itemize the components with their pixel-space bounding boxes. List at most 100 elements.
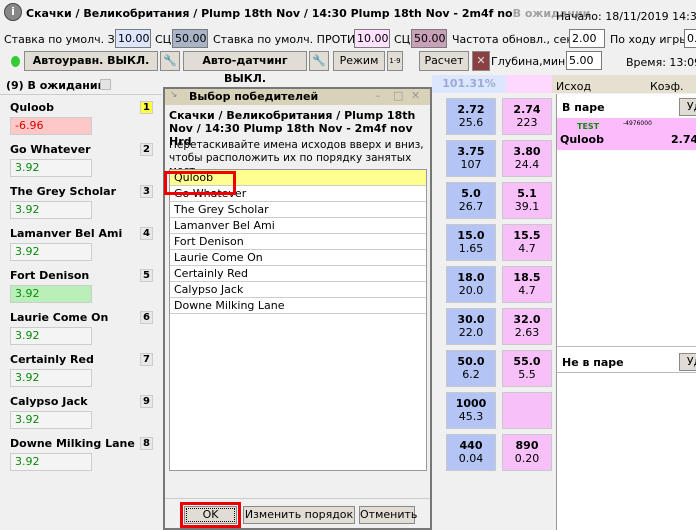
- bet-tag: TEST: [577, 122, 600, 131]
- back-price-cell[interactable]: 440 0.04: [446, 434, 496, 471]
- back-price-cell[interactable]: 18.0 20.0: [446, 266, 496, 303]
- lay-price-cell[interactable]: 15.5 4.7: [502, 224, 552, 261]
- close-icon[interactable]: ✕: [411, 89, 420, 102]
- depth-input[interactable]: 5.00: [566, 51, 602, 70]
- dialog-titlebar[interactable]: ↘ Выбор победителей – □ ✕: [165, 89, 430, 105]
- matched-label: В паре: [562, 101, 605, 114]
- back-price-cell[interactable]: 30.0 22.0: [446, 308, 496, 345]
- close-x-icon[interactable]: ✕: [472, 51, 490, 71]
- back-stake-input[interactable]: 10.00: [115, 29, 151, 48]
- unmatched-label: Не в паре: [562, 356, 624, 369]
- outcome-order-list: Quloob Go Whatever The Grey Scholar Lamanve…: [169, 169, 427, 471]
- back-price-cell[interactable]: 1000 45.3: [446, 392, 496, 429]
- back-size: 1.65: [458, 242, 484, 255]
- lay-stake-input[interactable]: 10.00: [354, 29, 390, 48]
- back-price: 5.0: [461, 187, 481, 200]
- runner-name: Quloob: [10, 101, 54, 114]
- back-price: 50.0: [457, 355, 485, 368]
- auto-level-button[interactable]: Автоуравн. ВЫКЛ.: [24, 51, 158, 71]
- lay-price: 15.5: [513, 229, 541, 242]
- back-price-cell[interactable]: 50.0 6.2: [446, 350, 496, 387]
- runner-name: Lamanver Bel Ami: [10, 227, 123, 240]
- lay-price: 55.0: [513, 355, 541, 368]
- back-price-cell[interactable]: 15.0 1.65: [446, 224, 496, 261]
- refresh-label: Частота обновл., сек.: [452, 33, 577, 46]
- back-size: 6.2: [462, 368, 480, 381]
- runner-name: Laurie Come On: [10, 311, 109, 324]
- inplay-input[interactable]: 0.: [684, 29, 696, 48]
- back-price-cell[interactable]: 3.75 107: [446, 140, 496, 177]
- runner-row[interactable]: Certainly Red 7 3.92: [3, 351, 160, 393]
- info-icon[interactable]: i: [4, 3, 22, 21]
- lay-price-cell[interactable]: 32.0 2.63: [502, 308, 552, 345]
- lay-price-cell[interactable]: 2.74 223: [502, 98, 552, 135]
- outcome-list-item[interactable]: The Grey Scholar: [170, 202, 426, 218]
- lay-price-cell[interactable]: 55.0 5.5: [502, 350, 552, 387]
- lay-price: 2.74: [513, 103, 541, 116]
- runner-name: Downe Milking Lane: [10, 437, 135, 450]
- lay-price-cell[interactable]: 890 0.20: [502, 434, 552, 471]
- outcome-list-item[interactable]: Fort Denison: [170, 234, 426, 250]
- back-size: 20.0: [458, 284, 484, 297]
- runner-name: Calypso Jack: [10, 395, 88, 408]
- wrench-icon[interactable]: 🔧: [309, 51, 329, 71]
- sc-label: СЦ: [155, 33, 172, 46]
- divider: [557, 346, 696, 347]
- runner-pl: -6.96: [10, 117, 92, 135]
- if-indicator-icon[interactable]: [4, 52, 22, 70]
- runner-number: 6: [140, 311, 153, 324]
- runner-row[interactable]: Calypso Jack 9 3.92: [3, 393, 160, 435]
- refresh-input[interactable]: 2.00: [569, 29, 605, 48]
- back-price-cell[interactable]: 5.0 26.7: [446, 182, 496, 219]
- runner-row[interactable]: Quloob 1 -6.96: [3, 99, 160, 141]
- runner-row[interactable]: Lamanver Bel Ami 4 3.92: [3, 225, 160, 267]
- back-price-cell[interactable]: 2.72 25.6: [446, 98, 496, 135]
- bet-row[interactable]: TEST -4976000 Quloob 2.74: [557, 118, 696, 150]
- cancel-unmatched-button[interactable]: Уд: [679, 353, 696, 371]
- minimize-icon[interactable]: –: [375, 89, 381, 102]
- lay-size: 4.7: [518, 284, 536, 297]
- reorder-button[interactable]: Изменить порядок: [243, 506, 355, 524]
- outcome-list-item[interactable]: Calypso Jack: [170, 282, 426, 298]
- lay-header: [506, 75, 552, 93]
- depth-label: Глубина,мин.:: [491, 55, 573, 68]
- wrench-icon[interactable]: 🔧: [160, 51, 180, 71]
- cancel-button[interactable]: Отменить: [359, 506, 417, 524]
- ok-button[interactable]: OK: [184, 506, 237, 524]
- runner-row[interactable]: The Grey Scholar 3 3.92: [3, 183, 160, 225]
- runner-number: 5: [140, 269, 153, 282]
- event-title: Скачки / Великобритания / Plump 18th Nov…: [26, 7, 591, 20]
- back-sc-input[interactable]: 50.00: [172, 29, 208, 48]
- lay-sc-input[interactable]: 50.00: [411, 29, 447, 48]
- lay-price-cell[interactable]: 3.80 24.4: [502, 140, 552, 177]
- runner-row[interactable]: Fort Denison 5 3.92: [3, 267, 160, 309]
- runner-pl: 3.92: [10, 453, 92, 471]
- sort-order-icon[interactable]: 1·9: [387, 51, 403, 71]
- outcome-list-item[interactable]: Lamanver Bel Ami: [170, 218, 426, 234]
- outcome-list-item[interactable]: Certainly Red: [170, 266, 426, 282]
- runner-row[interactable]: Laurie Come On 6 3.92: [3, 309, 160, 351]
- runner-pl: 3.92: [10, 243, 92, 261]
- lay-size: 223: [516, 116, 538, 129]
- maximize-icon[interactable]: □: [393, 89, 403, 102]
- checkbox[interactable]: [100, 79, 111, 90]
- lay-price-cell[interactable]: [502, 392, 552, 429]
- auto-dutching-button[interactable]: Авто-датчинг ВЫКЛ.: [183, 51, 307, 85]
- inplay-label: По ходу игры: [610, 33, 688, 46]
- runner-number: 3: [140, 185, 153, 198]
- runner-row[interactable]: Go Whatever 2 3.92: [3, 141, 160, 183]
- runner-pl: 3.92: [10, 411, 92, 429]
- calc-button[interactable]: Расчет: [419, 51, 469, 71]
- runner-row[interactable]: Downe Milking Lane 8 3.92: [3, 435, 160, 477]
- lay-size: 2.63: [514, 326, 540, 339]
- mode-button[interactable]: Режим: [333, 51, 385, 71]
- lay-price: 32.0: [513, 313, 541, 326]
- runner-name: Fort Denison: [10, 269, 90, 282]
- divider: [557, 372, 696, 373]
- outcome-list-item[interactable]: Laurie Come On: [170, 250, 426, 266]
- dialog-icon: ↘: [170, 90, 178, 100]
- lay-price-cell[interactable]: 5.1 39.1: [502, 182, 552, 219]
- cancel-matched-button[interactable]: Уд: [679, 98, 696, 116]
- outcome-list-item[interactable]: Downe Milking Lane: [170, 298, 426, 314]
- lay-price-cell[interactable]: 18.5 4.7: [502, 266, 552, 303]
